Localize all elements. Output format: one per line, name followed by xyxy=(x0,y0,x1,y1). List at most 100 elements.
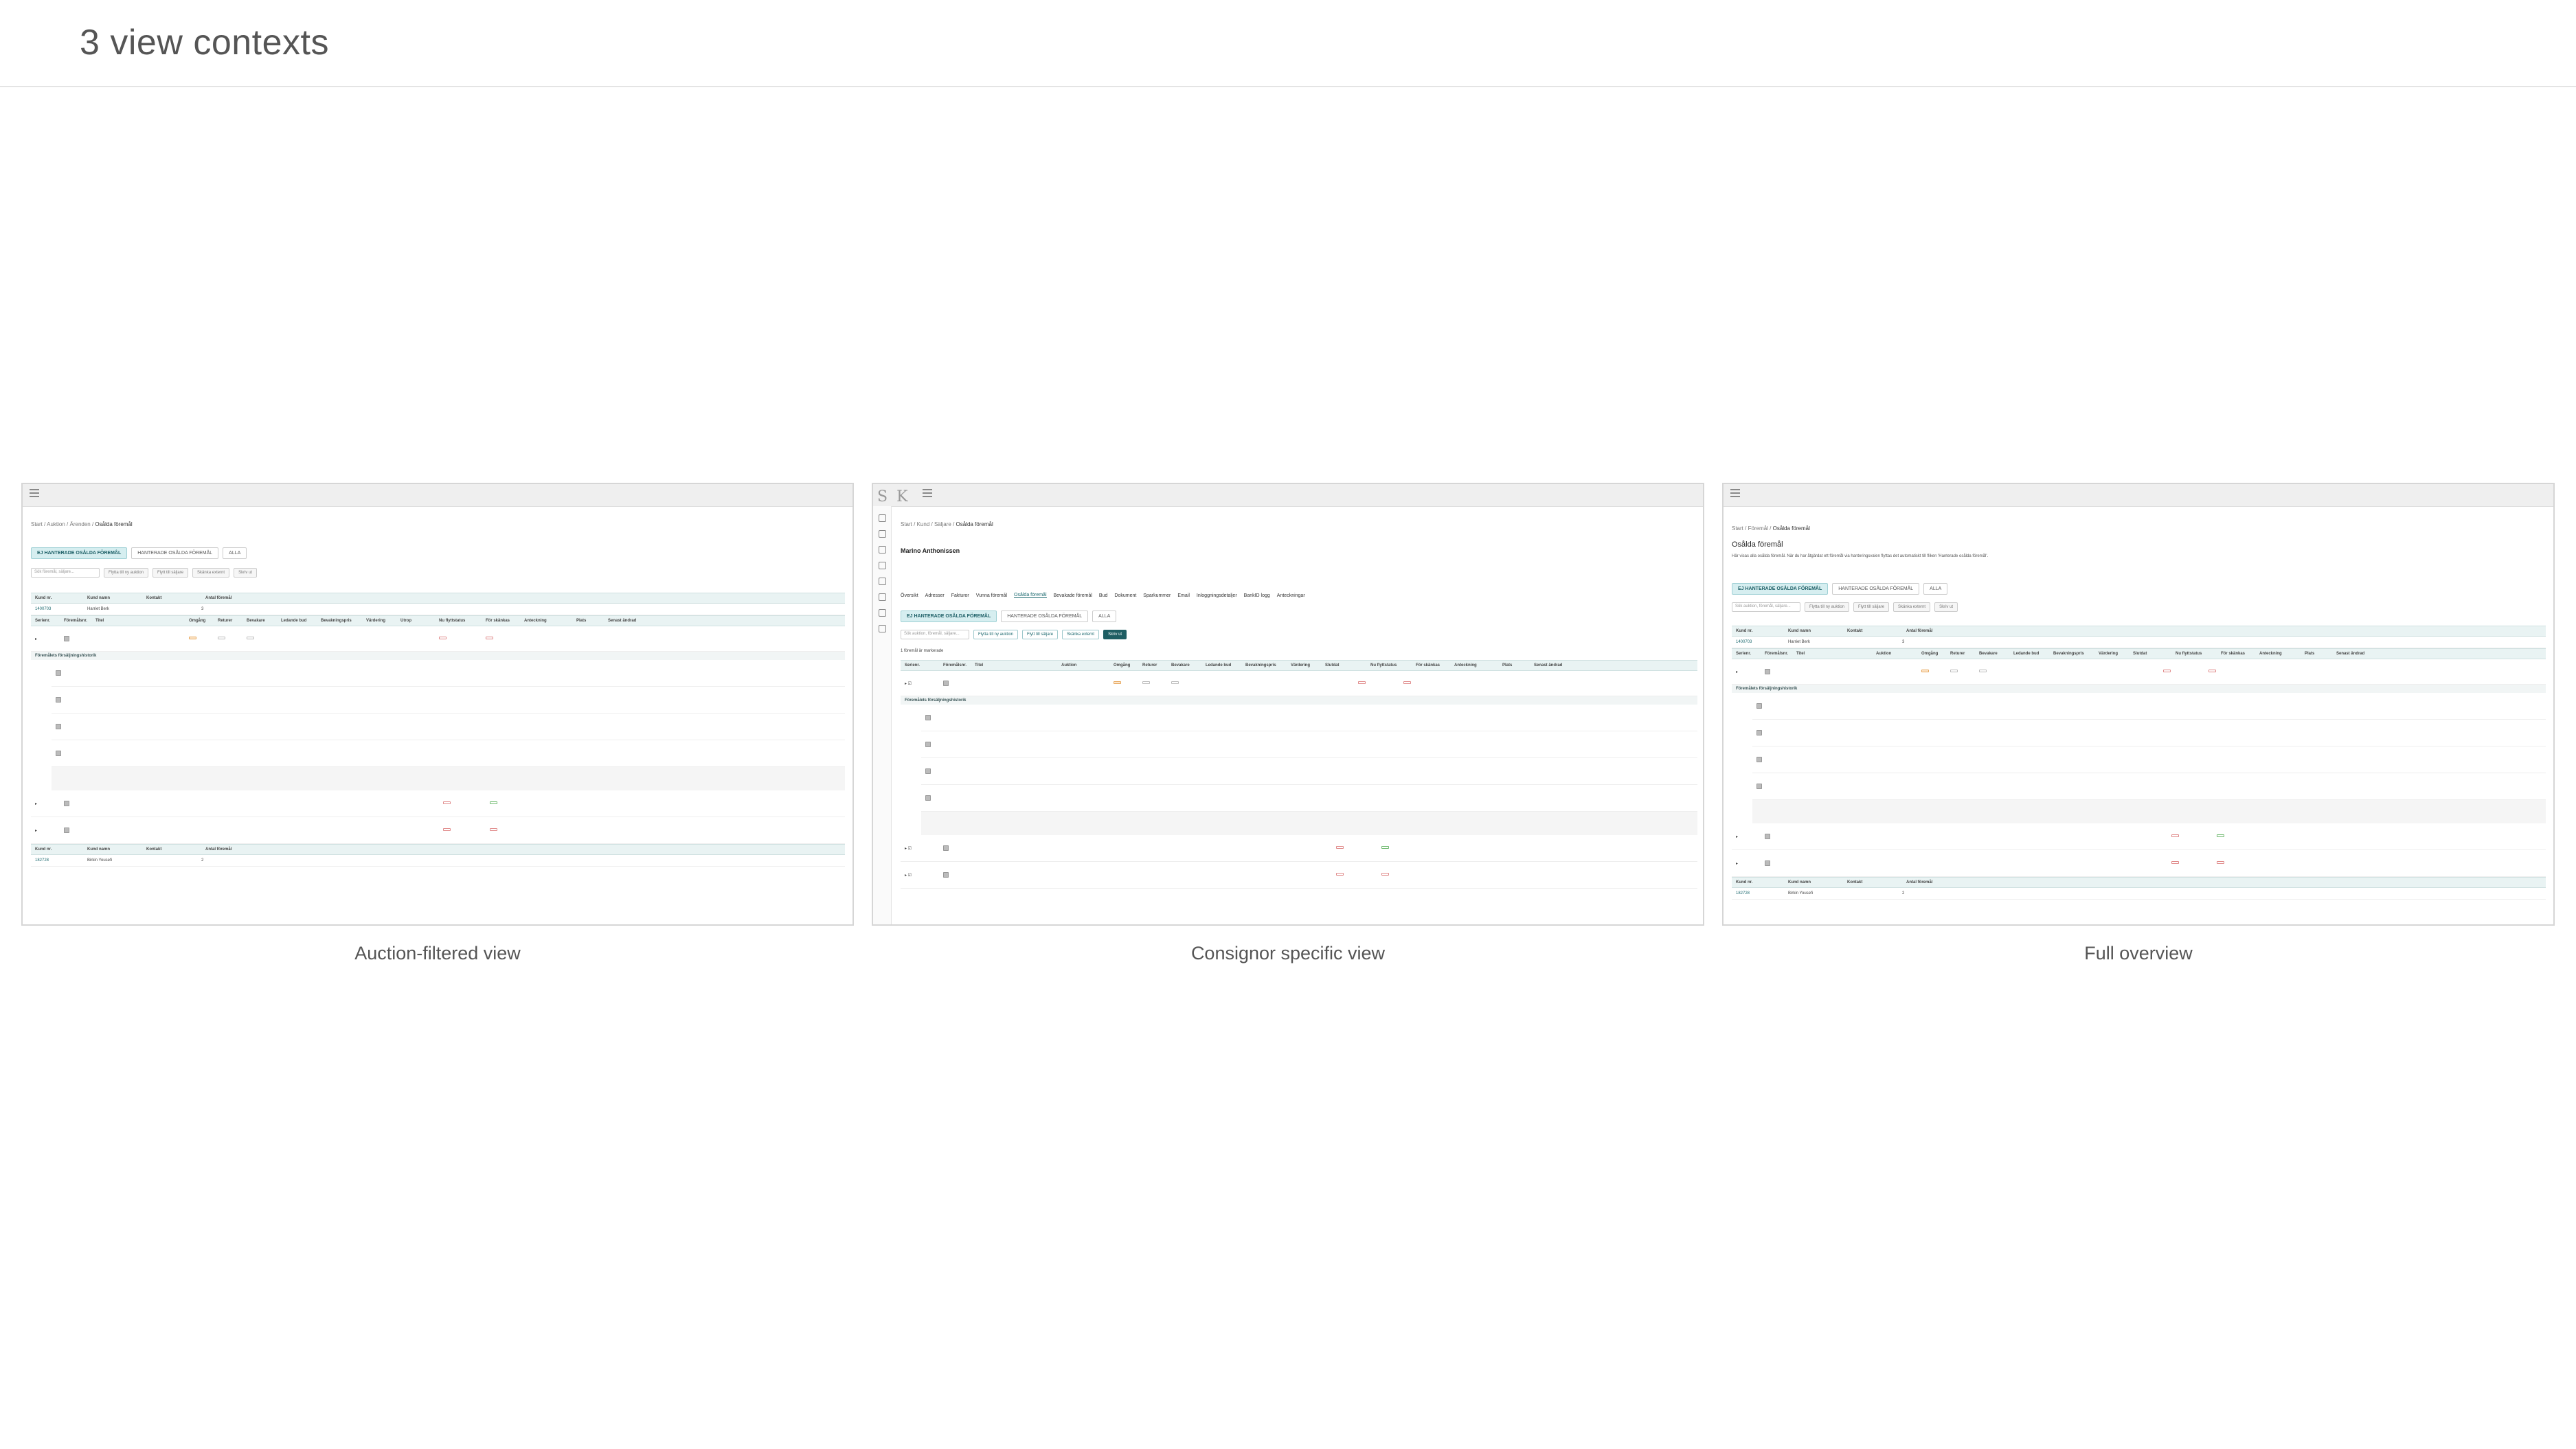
table-row[interactable]: ▸ ☑ xyxy=(901,835,1697,862)
sidebar-icon[interactable] xyxy=(878,609,886,617)
move-status-badge[interactable] xyxy=(1358,681,1366,684)
table-row[interactable]: ▸ xyxy=(1732,659,2546,685)
donate-badge[interactable] xyxy=(2217,834,2224,837)
profile-tab[interactable]: Fakturor xyxy=(951,593,969,598)
breadcrumb-item[interactable]: Säljare xyxy=(934,521,951,527)
profile-tab[interactable]: Bevakade föremål xyxy=(1054,593,1092,598)
breadcrumb-item[interactable]: Kund xyxy=(917,521,930,527)
profile-tab[interactable]: Översikt xyxy=(901,593,918,598)
tab-handled[interactable]: HANTERADE OSÅLDA FÖREMÅL xyxy=(1832,583,1920,595)
print-button[interactable]: Skriv ut xyxy=(1103,630,1127,639)
breadcrumb-item[interactable]: Start xyxy=(1732,525,1743,532)
tab-handled[interactable]: HANTERADE OSÅLDA FÖREMÅL xyxy=(1001,611,1089,622)
move-to-seller-button[interactable]: Flytt till säljare xyxy=(1022,630,1059,639)
tab-unhandled[interactable]: EJ HANTERADE OSÅLDA FÖREMÅL xyxy=(901,611,997,622)
sidebar-icon[interactable] xyxy=(878,530,886,538)
sidebar-icon[interactable] xyxy=(878,625,886,632)
move-status-badge[interactable] xyxy=(2163,670,2171,672)
profile-tab[interactable]: Vunna föremål xyxy=(976,593,1007,598)
customer-row[interactable]: 182728 Birkin Yousefi 2 xyxy=(31,855,845,867)
customer-row[interactable]: 1400703 Harriet Berk 3 xyxy=(31,604,845,615)
tab-unhandled[interactable]: EJ HANTERADE OSÅLDA FÖREMÅL xyxy=(1732,583,1829,595)
customer-row[interactable]: 182728 Birkin Yousefi 2 xyxy=(1732,888,2546,900)
profile-tab[interactable]: Adresser xyxy=(925,593,945,598)
customer-no[interactable]: 182728 xyxy=(1732,891,1784,895)
donate-badge[interactable] xyxy=(1403,681,1411,684)
table-row[interactable]: ▸ ☑ xyxy=(901,671,1697,696)
sidebar-icon[interactable] xyxy=(878,546,886,554)
print-button[interactable]: Skriv ut xyxy=(234,568,258,578)
donate-external-button[interactable]: Skänka externt xyxy=(192,568,230,578)
donate-badge[interactable] xyxy=(490,828,497,831)
expand-icon[interactable]: ▸ xyxy=(1732,834,1761,839)
move-to-auction-button[interactable]: Flytta till ny auktion xyxy=(104,568,149,578)
move-status-badge[interactable] xyxy=(443,801,451,804)
expand-icon[interactable]: ▸ xyxy=(1732,670,1761,674)
move-status-badge[interactable] xyxy=(443,828,451,831)
move-status-badge[interactable] xyxy=(1336,846,1344,849)
donate-external-button[interactable]: Skänka externt xyxy=(1062,630,1100,639)
expand-icon[interactable]: ▸ ☑ xyxy=(901,681,939,686)
expand-icon[interactable]: ▸ xyxy=(31,801,60,806)
breadcrumb-item[interactable]: Auktion xyxy=(47,521,65,527)
donate-badge[interactable] xyxy=(2217,861,2224,864)
profile-tab[interactable]: Sparkummer xyxy=(1143,593,1171,598)
tab-all[interactable]: ALLA xyxy=(1092,611,1117,622)
move-to-seller-button[interactable]: Flytt till säljare xyxy=(152,568,189,578)
customer-no[interactable]: 182728 xyxy=(31,858,83,863)
table-row[interactable]: ▸ xyxy=(1732,823,2546,850)
breadcrumb-item[interactable]: Föremål xyxy=(1748,525,1768,532)
search-input[interactable]: Sök föremål, säljare... xyxy=(31,568,100,578)
move-to-seller-button[interactable]: Flytt till säljare xyxy=(1853,602,1890,612)
expand-icon[interactable]: ▸ xyxy=(1732,861,1761,866)
profile-tab[interactable]: Inloggningsdetaljer xyxy=(1197,593,1237,598)
breadcrumb-item[interactable]: Ärenden xyxy=(70,521,91,527)
move-status-badge[interactable] xyxy=(1336,873,1344,876)
expand-icon[interactable]: ▸ ☑ xyxy=(901,846,939,851)
breadcrumb-item[interactable]: Start xyxy=(31,521,43,527)
profile-tab[interactable]: BankID logg xyxy=(1244,593,1270,598)
move-to-auction-button[interactable]: Flytta till ny auktion xyxy=(973,630,1019,639)
search-input[interactable]: Sök auktion, föremål, säljare... xyxy=(901,630,969,639)
customer-no[interactable]: 1400703 xyxy=(1732,640,1784,644)
print-button[interactable]: Skriv ut xyxy=(1934,602,1958,612)
search-input[interactable]: Sök auktion, föremål, säljare... xyxy=(1732,602,1800,612)
move-status-badge[interactable] xyxy=(2171,834,2179,837)
sidebar-icon[interactable] xyxy=(878,578,886,585)
customer-no[interactable]: 1400703 xyxy=(31,607,83,611)
table-row[interactable]: ▸ xyxy=(1732,850,2546,877)
expand-icon[interactable]: ▸ xyxy=(31,637,60,641)
move-to-auction-button[interactable]: Flytta till ny auktion xyxy=(1805,602,1850,612)
profile-tab[interactable]: Bud xyxy=(1099,593,1107,598)
tab-handled[interactable]: HANTERADE OSÅLDA FÖREMÅL xyxy=(131,547,219,559)
breadcrumb-item[interactable]: Start xyxy=(901,521,912,527)
donate-badge[interactable] xyxy=(1381,846,1389,849)
move-status-badge[interactable] xyxy=(439,637,447,639)
move-status-badge[interactable] xyxy=(2171,861,2179,864)
donate-badge[interactable] xyxy=(2208,670,2216,672)
table-row[interactable]: ▸ xyxy=(31,790,845,817)
sidebar-icon[interactable] xyxy=(878,562,886,569)
profile-tab[interactable]: Anteckningar xyxy=(1277,593,1305,598)
donate-badge[interactable] xyxy=(1381,873,1389,876)
customer-row[interactable]: 1400703 Harriet Berk 3 xyxy=(1732,637,2546,648)
table-row[interactable]: ▸ xyxy=(31,626,845,652)
table-row[interactable]: ▸ ☑ xyxy=(901,862,1697,889)
profile-tab-active[interactable]: Osålda föremål xyxy=(1014,593,1047,598)
profile-tab[interactable]: Email xyxy=(1177,593,1190,598)
menu-icon[interactable] xyxy=(923,489,932,497)
donate-external-button[interactable]: Skänka externt xyxy=(1893,602,1931,612)
donate-badge[interactable] xyxy=(490,801,497,804)
menu-icon[interactable] xyxy=(1730,489,1740,497)
tab-all[interactable]: ALLA xyxy=(1923,583,1948,595)
donate-badge[interactable] xyxy=(486,637,493,639)
tab-unhandled[interactable]: EJ HANTERADE OSÅLDA FÖREMÅL xyxy=(31,547,128,559)
sidebar-icon[interactable] xyxy=(878,593,886,601)
expand-icon[interactable]: ▸ xyxy=(31,828,60,833)
expand-icon[interactable]: ▸ ☑ xyxy=(901,873,939,878)
sidebar-icon[interactable] xyxy=(878,514,886,522)
table-row[interactable]: ▸ xyxy=(31,817,845,844)
profile-tab[interactable]: Dokument xyxy=(1114,593,1136,598)
menu-icon[interactable] xyxy=(30,489,39,497)
tab-all[interactable]: ALLA xyxy=(223,547,247,559)
